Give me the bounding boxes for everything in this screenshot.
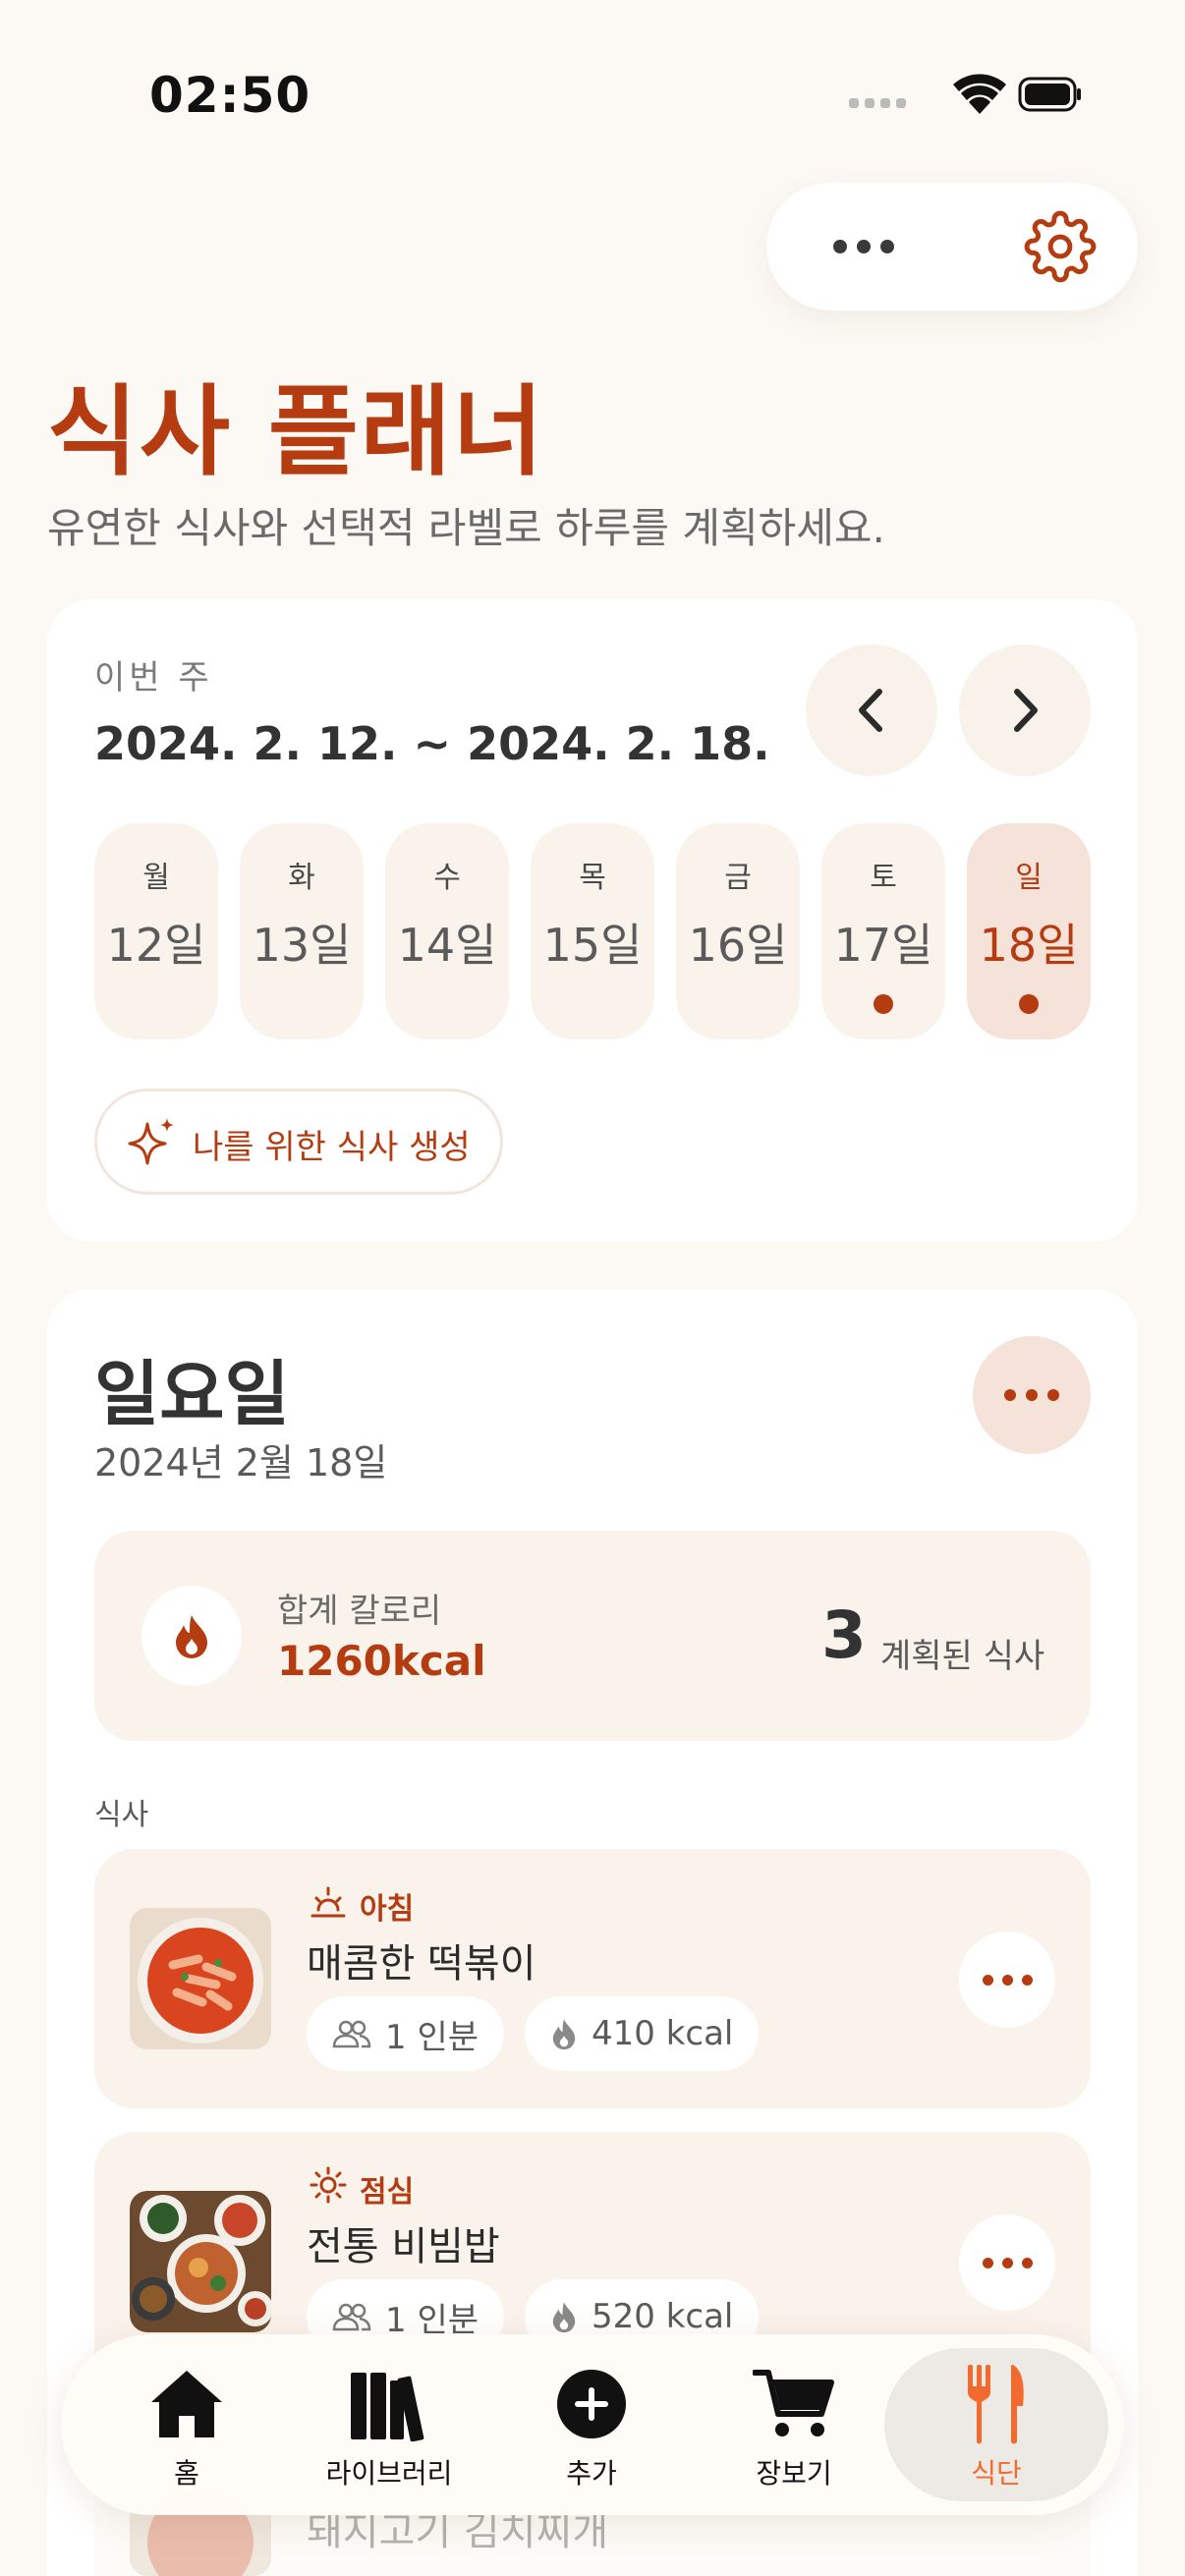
meal-more-button[interactable]: [959, 1932, 1055, 2028]
add-icon: [557, 2370, 626, 2438]
cart-icon: [753, 2370, 834, 2436]
tab-label: 추가: [566, 2457, 617, 2490]
flame-icon-badge: [141, 1586, 242, 1686]
flame-icon: [552, 2019, 576, 2050]
people-icon: [332, 2303, 371, 2331]
day-full-date: 2024년 2월 18일: [94, 1441, 388, 1484]
calorie-text: 520 kcal: [592, 2297, 734, 2336]
library-icon: [351, 2373, 424, 2441]
meal-image: [130, 2191, 271, 2332]
day-date: 13일: [252, 919, 352, 972]
day-name: 수: [433, 861, 461, 895]
generate-meals-label: 나를 위한 식사 생성: [193, 1128, 471, 1167]
tab-label: 장보기: [756, 2457, 832, 2490]
day-date: 17일: [833, 919, 933, 972]
people-icon: [332, 2020, 371, 2048]
calorie-chip: 410 kcal: [525, 1996, 760, 2071]
more-options-icon[interactable]: [833, 232, 894, 261]
chevron-left-icon: [859, 689, 882, 732]
day-date: 16일: [688, 919, 788, 972]
day-name: 금: [724, 861, 752, 895]
tab-label: 식단: [971, 2457, 1022, 2490]
status-time: 02:50: [149, 67, 311, 124]
day-name: 목: [579, 861, 606, 895]
flame-icon: [552, 2302, 576, 2333]
planned-count: 3: [821, 1597, 867, 1673]
day-date: 14일: [397, 919, 497, 972]
meal-name: 전통 비빔밥: [307, 2224, 500, 2269]
tab-add[interactable]: 추가: [493, 2348, 690, 2501]
meals-section-label: 식사: [94, 1798, 149, 1832]
day-name: 화: [288, 861, 315, 895]
day-date: 18일: [979, 919, 1079, 972]
next-week-button[interactable]: [959, 644, 1091, 776]
tab-label: 라이브러리: [325, 2457, 453, 2490]
gear-icon[interactable]: [1024, 210, 1097, 283]
meal-indicator-dot: [1019, 994, 1039, 1014]
day-thu[interactable]: 목 15일: [531, 823, 654, 1039]
previous-week-button[interactable]: [806, 644, 937, 776]
tab-shopping[interactable]: 장보기: [696, 2348, 892, 2501]
day-more-button[interactable]: [973, 1336, 1091, 1454]
tab-label: 홈: [174, 2457, 199, 2490]
day-tue[interactable]: 화 13일: [240, 823, 364, 1039]
battery-icon: [1018, 77, 1081, 112]
meal-more-button[interactable]: [959, 2214, 1055, 2311]
day-mon[interactable]: 월 12일: [94, 823, 218, 1039]
meal-indicator-dot: [874, 994, 893, 1014]
week-range: 2024. 2. 12. ~ 2024. 2. 18.: [94, 717, 770, 770]
day-name: 일: [1015, 861, 1043, 895]
meal-name: 매콤한 떡볶이: [307, 1941, 536, 1987]
meal-type-label: 아침: [360, 1892, 415, 1927]
wifi-icon: [953, 74, 1006, 114]
signal-icon: [849, 98, 906, 108]
day-sat[interactable]: 토 17일: [821, 823, 945, 1039]
sun-icon: [310, 2166, 347, 2204]
servings-chip: 1 인분: [307, 1996, 504, 2071]
sparkles-icon: [128, 1118, 174, 1165]
day-wed[interactable]: 수 14일: [385, 823, 509, 1039]
planned-label: 계획된 식사: [880, 1637, 1045, 1676]
page-subtitle: 유연한 식사와 선택적 라벨로 하루를 계획하세요.: [47, 504, 885, 552]
day-date: 15일: [542, 919, 643, 972]
meal-type-label: 점심: [360, 2175, 415, 2210]
sunrise-icon: [310, 1886, 346, 1918]
calories-label: 합계 칼로리: [277, 1592, 442, 1631]
day-weekday: 일요일: [94, 1353, 290, 1435]
day-name: 월: [142, 861, 170, 895]
page-title: 식사 플래너: [47, 374, 545, 489]
day-name: 토: [870, 861, 897, 895]
day-sun[interactable]: 일 18일: [967, 823, 1091, 1039]
tab-meal-plan[interactable]: 식단: [884, 2348, 1108, 2501]
week-label: 이번 주: [94, 658, 213, 698]
day-fri[interactable]: 금 16일: [676, 823, 800, 1039]
calories-value: 1260kcal: [277, 1637, 486, 1685]
chevron-right-icon: [1014, 689, 1038, 732]
calorie-text: 410 kcal: [592, 2014, 734, 2053]
servings-text: 1 인분: [385, 2017, 479, 2057]
meal-image: [130, 1908, 271, 2049]
home-icon: [151, 2371, 222, 2437]
flame-icon: [176, 1615, 207, 1658]
day-date: 12일: [106, 919, 206, 972]
tab-library[interactable]: 라이브러리: [291, 2348, 487, 2501]
tab-home[interactable]: 홈: [88, 2348, 285, 2501]
status-icons: [849, 74, 1081, 114]
fork-knife-icon: [968, 2365, 1024, 2444]
